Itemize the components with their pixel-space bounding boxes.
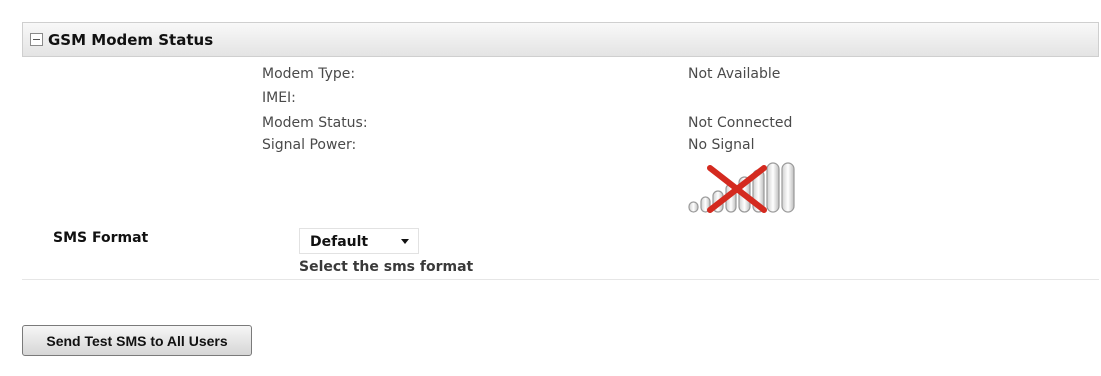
sms-format-help: Select the sms format (299, 259, 474, 275)
divider (22, 279, 1099, 280)
panel-title: GSM Modem Status (48, 30, 214, 49)
sms-format-select[interactable]: Default (299, 228, 419, 254)
modem-type-label: Modem Type: (262, 66, 356, 82)
chevron-down-icon (401, 239, 409, 244)
modem-status-label: Modem Status: (262, 115, 368, 131)
imei-label: IMEI: (262, 90, 296, 106)
no-signal-icon (688, 162, 795, 213)
signal-power-value: No Signal (688, 137, 755, 153)
signal-bar-7 (766, 162, 780, 213)
sms-format-selected: Default (310, 234, 369, 250)
sms-format-label: SMS Format (53, 230, 149, 246)
signal-power-label: Signal Power: (262, 137, 357, 153)
signal-bar-8 (781, 162, 795, 213)
panel-header: GSM Modem Status (22, 22, 1099, 57)
signal-bar-1 (688, 201, 699, 213)
modem-type-value: Not Available (688, 66, 781, 82)
collapse-minus-icon[interactable] (30, 33, 43, 46)
send-test-sms-button[interactable]: Send Test SMS to All Users (22, 325, 252, 356)
modem-status-value: Not Connected (688, 115, 793, 131)
